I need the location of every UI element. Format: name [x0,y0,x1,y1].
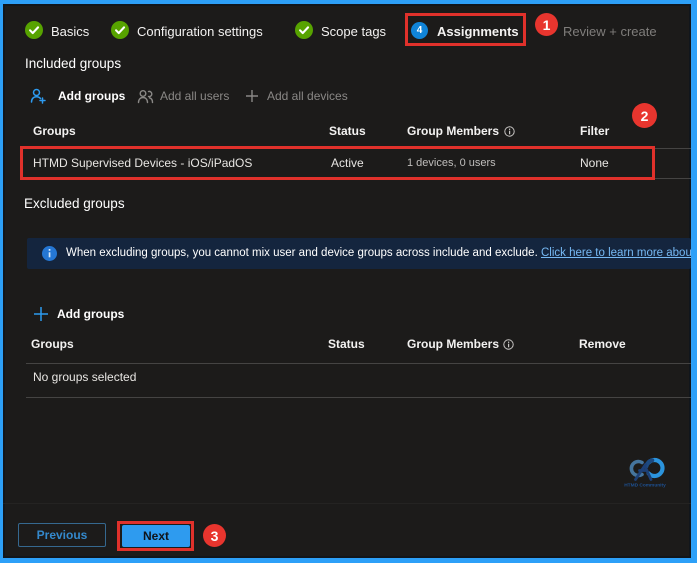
svg-text:HTMD Community: HTMD Community [624,483,666,489]
